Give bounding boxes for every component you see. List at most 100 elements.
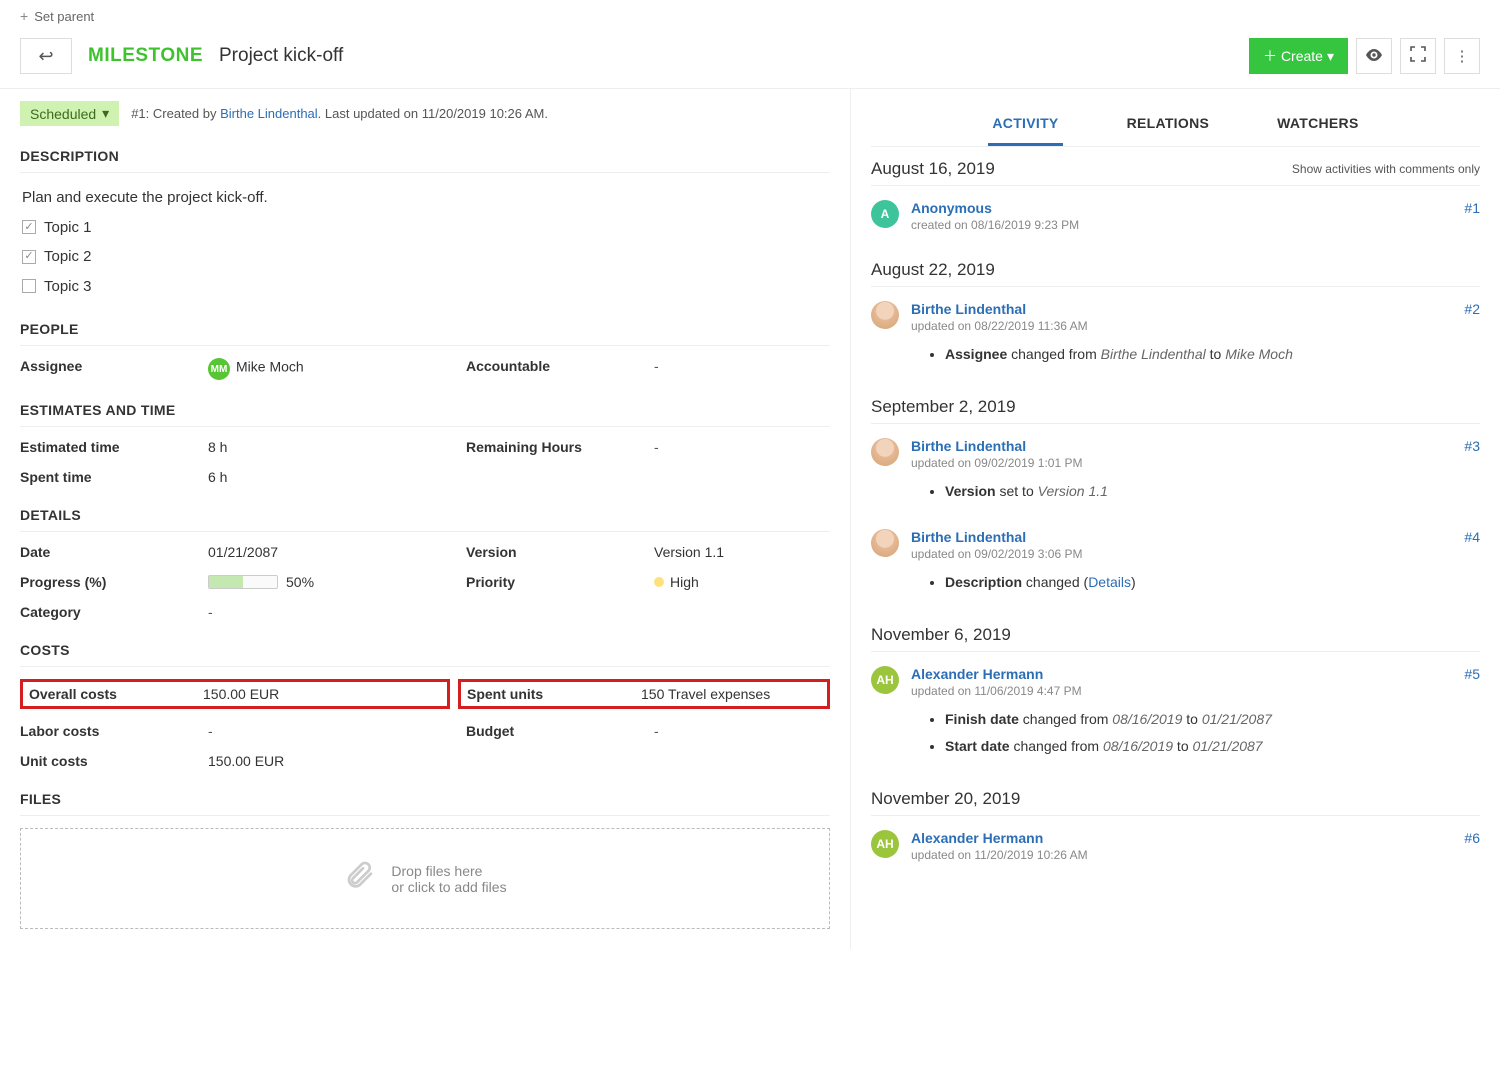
assignee-value[interactable]: MMMike Moch	[208, 358, 458, 380]
progress-value[interactable]: 50%	[208, 574, 458, 590]
checkbox-icon	[22, 279, 36, 293]
activity-author[interactable]: Alexander Hermann	[911, 666, 1043, 682]
activity-number[interactable]: #5	[1464, 666, 1480, 682]
unit-costs-label: Unit costs	[20, 753, 200, 769]
updated-suffix: . Last updated on 11/20/2019 10:26 AM.	[318, 106, 548, 121]
priority-text: High	[670, 574, 699, 590]
checkbox-icon: ✓	[22, 250, 36, 264]
change-from: 08/16/2019	[1103, 738, 1173, 754]
description-body[interactable]: Plan and execute the project kick-off. ✓…	[20, 185, 830, 299]
avatar: A	[871, 200, 899, 228]
version-value[interactable]: Version 1.1	[654, 544, 830, 560]
activity-author[interactable]: Birthe Lindenthal	[911, 301, 1026, 317]
more-button[interactable]: ⋮	[1444, 38, 1480, 74]
chevron-down-icon: ▾	[102, 105, 109, 122]
remaining-value[interactable]: -	[654, 439, 830, 455]
change-value: Version 1.1	[1038, 483, 1108, 499]
estimated-value[interactable]: 8 h	[208, 439, 458, 455]
spent-label: Spent time	[20, 469, 200, 485]
labor-costs-label: Labor costs	[20, 723, 200, 739]
activity-panel: ACTIVITY RELATIONS WATCHERS August 16, 2…	[850, 89, 1500, 949]
back-button[interactable]: ↩	[20, 38, 72, 74]
change-field: Version	[945, 483, 996, 499]
checklist-item[interactable]: ✓ Topic 2	[22, 244, 828, 270]
activity-author[interactable]: Birthe Lindenthal	[911, 529, 1026, 545]
activity-item: Birthe Lindenthal #4 updated on 09/02/20…	[871, 515, 1480, 605]
accountable-label: Accountable	[466, 358, 646, 380]
dropzone-text: Drop files here or click to add files	[391, 863, 506, 895]
drop-line-1: Drop files here	[391, 863, 506, 879]
work-package-type[interactable]: MILESTONE	[88, 45, 203, 67]
eye-icon	[1365, 48, 1383, 65]
assignee-label: Assignee	[20, 358, 200, 380]
labor-costs-value[interactable]: -	[208, 723, 458, 739]
status-dropdown[interactable]: Scheduled ▾	[20, 101, 119, 126]
highlight-overall-costs: Overall costs 150.00 EUR	[20, 679, 450, 709]
checklist-label: Topic 3	[44, 274, 92, 300]
tab-relations[interactable]: RELATIONS	[1123, 103, 1214, 146]
activity-number[interactable]: #2	[1464, 301, 1480, 317]
avatar	[871, 438, 899, 466]
activity-meta: updated on 09/02/2019 1:01 PM	[911, 456, 1480, 470]
avatar	[871, 301, 899, 329]
activity-number[interactable]: #6	[1464, 830, 1480, 846]
create-label: Create	[1281, 48, 1323, 64]
activity-meta: updated on 09/02/2019 3:06 PM	[911, 547, 1480, 561]
priority-label: Priority	[466, 574, 646, 590]
avatar	[871, 529, 899, 557]
create-button[interactable]: ＋ Create ▾	[1249, 38, 1348, 74]
plus-icon: ＋	[1263, 46, 1277, 66]
creator-link[interactable]: Birthe Lindenthal	[220, 106, 318, 121]
activity-changes: Description changed (Details)	[945, 571, 1480, 593]
activity-item: A Anonymous #1 created on 08/16/2019 9:2…	[871, 186, 1480, 240]
estimated-label: Estimated time	[20, 439, 200, 455]
watch-button[interactable]	[1356, 38, 1392, 74]
fullscreen-button[interactable]	[1400, 38, 1436, 74]
tab-activity[interactable]: ACTIVITY	[988, 103, 1062, 146]
checklist-label: Topic 1	[44, 215, 92, 241]
activity-number[interactable]: #4	[1464, 529, 1480, 545]
progress-label: Progress (%)	[20, 574, 200, 590]
details-link[interactable]: Details	[1088, 574, 1131, 590]
activity-author[interactable]: Birthe Lindenthal	[911, 438, 1026, 454]
spent-value[interactable]: 6 h	[208, 469, 458, 485]
spent-units-value[interactable]: 150 Travel expenses	[641, 686, 821, 702]
priority-dot-icon	[654, 577, 664, 587]
paperclip-icon	[343, 859, 375, 898]
overall-costs-value[interactable]: 150.00 EUR	[203, 686, 441, 702]
drop-line-2: or click to add files	[391, 879, 506, 895]
accountable-value[interactable]: -	[654, 358, 830, 380]
file-dropzone[interactable]: Drop files here or click to add files	[20, 828, 830, 929]
back-arrow-icon: ↩	[38, 46, 53, 67]
category-label: Category	[20, 604, 200, 620]
created-prefix: #1: Created by	[131, 106, 220, 121]
budget-value[interactable]: -	[654, 723, 830, 739]
change-to: 01/21/2087	[1202, 711, 1272, 727]
checklist-item[interactable]: Topic 3	[22, 274, 828, 300]
version-label: Version	[466, 544, 646, 560]
activity-number[interactable]: #3	[1464, 438, 1480, 454]
priority-value[interactable]: High	[654, 574, 830, 590]
unit-costs-value[interactable]: 150.00 EUR	[208, 753, 458, 769]
checklist-label: Topic 2	[44, 244, 92, 270]
tab-watchers[interactable]: WATCHERS	[1273, 103, 1362, 146]
activity-item: Birthe Lindenthal #3 updated on 09/02/20…	[871, 424, 1480, 514]
section-description: DESCRIPTION	[20, 148, 830, 173]
activity-item: AH Alexander Hermann #5 updated on 11/06…	[871, 652, 1480, 769]
activity-number[interactable]: #1	[1464, 200, 1480, 216]
activity-author[interactable]: Alexander Hermann	[911, 830, 1043, 846]
date-label: Date	[20, 544, 200, 560]
category-value[interactable]: -	[208, 604, 458, 620]
activity-author[interactable]: Anonymous	[911, 200, 992, 216]
spent-units-label: Spent units	[467, 686, 641, 702]
avatar: MM	[208, 358, 230, 380]
activity-meta: updated on 11/20/2019 10:26 AM	[911, 848, 1480, 862]
avatar: AH	[871, 830, 899, 858]
date-value[interactable]: 01/21/2087	[208, 544, 458, 560]
checklist-item[interactable]: ✓ Topic 1	[22, 215, 828, 241]
toggle-comments-only[interactable]: Show activities with comments only	[1292, 162, 1480, 176]
set-parent-link[interactable]: + Set parent	[0, 0, 1500, 32]
section-files: FILES	[20, 791, 830, 816]
page-title[interactable]: Project kick-off	[219, 45, 343, 67]
status-label: Scheduled	[30, 106, 96, 122]
